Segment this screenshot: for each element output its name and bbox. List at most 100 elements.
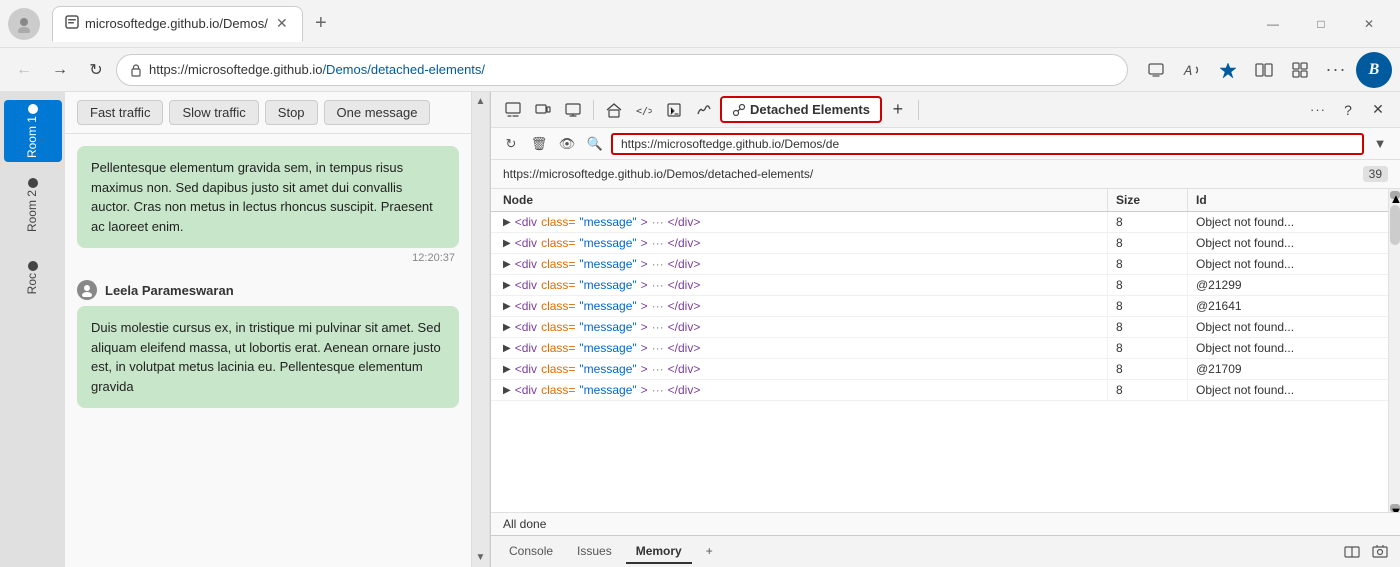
add-tab-button[interactable]: + [696,540,723,564]
elements-button[interactable]: </> [630,96,658,124]
window-controls: — □ ✕ [1250,8,1392,40]
expand-icon[interactable]: ▶ [503,301,511,312]
cell-id: Object not found... [1188,233,1388,253]
table-row[interactable]: ▶ <div class="message"> ··· </div> 8 Obj… [491,212,1388,233]
scroll-up-arrow[interactable]: ▲ [1390,191,1400,199]
more-button[interactable]: ··· [1320,54,1352,86]
add-panel-button[interactable]: + [884,96,912,124]
table-row[interactable]: ▶ <div class="message"> ··· </div> 8 Obj… [491,317,1388,338]
expand-icon[interactable]: ▶ [503,322,511,333]
sources-button[interactable] [660,96,688,124]
table-row[interactable]: ▶ <div class="message"> ··· </div> 8 Obj… [491,233,1388,254]
favorites-icon[interactable] [1212,54,1244,86]
active-tab[interactable]: microsoftedge.github.io/Demos/ ✕ [52,6,303,42]
tab-title: microsoftedge.github.io/Demos/ [85,16,268,31]
cell-node: ▶ <div class="message"> ··· </div> [491,359,1108,379]
table-row[interactable]: ▶ <div class="message"> ··· </div> 8 @21… [491,275,1388,296]
more-panels-button[interactable]: ··· [1304,96,1332,124]
dt-url-input[interactable] [611,133,1364,155]
expand-icon[interactable]: ▶ [503,238,511,249]
svg-text:</>: </> [636,106,652,117]
back-button[interactable]: ← [8,54,40,86]
expand-icon[interactable]: ▶ [503,385,511,396]
scroll-thumb[interactable] [1390,205,1400,245]
device-emulation-button[interactable] [529,96,557,124]
detached-elements-tab[interactable]: Detached Elements [720,96,882,123]
dt-page-url: https://microsoftedge.github.io/Demos/de… [503,167,813,181]
issues-tab[interactable]: Issues [567,540,622,564]
scroll-up-button[interactable]: ▲ [472,92,490,111]
scroll-down-button[interactable]: ▼ [472,548,490,567]
dt-delete-button[interactable]: 🗑 [527,132,551,156]
cell-size: 8 [1108,359,1188,379]
home-button[interactable] [600,96,628,124]
collections-icon[interactable] [1140,54,1172,86]
dt-vertical-scrollbar[interactable]: ▲ ▼ [1388,189,1400,512]
message-block-2: Leela Parameswaran Duis molestie cursus … [77,280,459,408]
dt-search-button[interactable]: 🔍 [583,132,607,156]
expand-icon[interactable]: ▶ [503,343,511,354]
room-item-roc[interactable]: Roc [4,248,62,308]
cell-node: ▶ <div class="message"> ··· </div> [491,212,1108,232]
stop-button[interactable]: Stop [265,100,318,125]
console-tab[interactable]: Console [499,540,563,564]
message-bubble-2: Duis molestie cursus ex, in tristique mi… [77,306,459,408]
split-screen-icon[interactable] [1248,54,1280,86]
screencast-button[interactable] [559,96,587,124]
fast-traffic-button[interactable]: Fast traffic [77,100,163,125]
cell-size: 8 [1108,233,1188,253]
cell-id: @21641 [1188,296,1388,316]
expand-icon[interactable]: ▶ [503,259,511,270]
message-text-2: Duis molestie cursus ex, in tristique mi… [91,320,441,394]
dt-eye-button[interactable]: 👁 [555,132,579,156]
table-row[interactable]: ▶ <div class="message"> ··· </div> 8 Obj… [491,338,1388,359]
chat-messages: Pellentesque elementum gravida sem, in t… [65,134,471,567]
dt-table-header: Node Size Id [491,189,1388,212]
cell-size: 8 [1108,254,1188,274]
bottom-tab-icons [1340,540,1392,564]
screenshot-icon[interactable] [1368,540,1392,564]
devtools-bottom-tabs: Console Issues Memory + [491,535,1400,567]
expand-icon[interactable]: ▶ [503,217,511,228]
cell-size: 8 [1108,296,1188,316]
room-item-room1[interactable]: Room 1 [4,100,62,162]
one-message-button[interactable]: One message [324,100,431,125]
col-id: Id [1188,189,1388,211]
cell-id: @21299 [1188,275,1388,295]
expand-icon[interactable]: ▶ [503,280,511,291]
url-bar[interactable]: https://microsoftedge.github.io/Demos/de… [116,54,1128,86]
dt-dropdown-button[interactable]: ▼ [1368,132,1392,156]
table-row[interactable]: ▶ <div class="message"> ··· </div> 8 @21… [491,296,1388,317]
table-row[interactable]: ▶ <div class="message"> ··· </div> 8 Obj… [491,254,1388,275]
tab-close-button[interactable]: ✕ [274,16,290,32]
inspect-element-button[interactable] [499,96,527,124]
refresh-button[interactable]: ↻ [80,54,112,86]
cell-id: Object not found... [1188,338,1388,358]
profile-avatar[interactable] [8,8,40,40]
new-tab-button[interactable]: + [307,10,335,38]
maximize-button[interactable]: □ [1298,8,1344,40]
extensions-icon[interactable] [1284,54,1316,86]
table-row[interactable]: ▶ <div class="message"> ··· </div> 8 @21… [491,359,1388,380]
slow-traffic-button[interactable]: Slow traffic [169,100,258,125]
dt-refresh-button[interactable]: ↻ [499,132,523,156]
dock-icon[interactable] [1340,540,1364,564]
sender-name: Leela Parameswaran [105,283,234,298]
bing-button[interactable]: B [1356,52,1392,88]
memory-tab[interactable]: Memory [626,540,692,564]
dt-status-bar: All done [491,512,1400,535]
table-row[interactable]: ▶ <div class="message"> ··· </div> 8 Obj… [491,380,1388,401]
close-button[interactable]: ✕ [1346,8,1392,40]
room-item-room2[interactable]: Room 2 [4,174,62,236]
performance-button[interactable] [690,96,718,124]
lock-icon [129,63,143,77]
cell-size: 8 [1108,380,1188,400]
minimize-button[interactable]: — [1250,8,1296,40]
expand-icon[interactable]: ▶ [503,364,511,375]
read-aloud-icon[interactable]: 𝐴 [1176,54,1208,86]
help-button[interactable]: ? [1334,96,1362,124]
close-devtools-button[interactable]: ✕ [1364,96,1392,124]
cell-size: 8 [1108,212,1188,232]
scroll-down-arrow[interactable]: ▼ [1390,504,1400,512]
forward-button[interactable]: → [44,54,76,86]
